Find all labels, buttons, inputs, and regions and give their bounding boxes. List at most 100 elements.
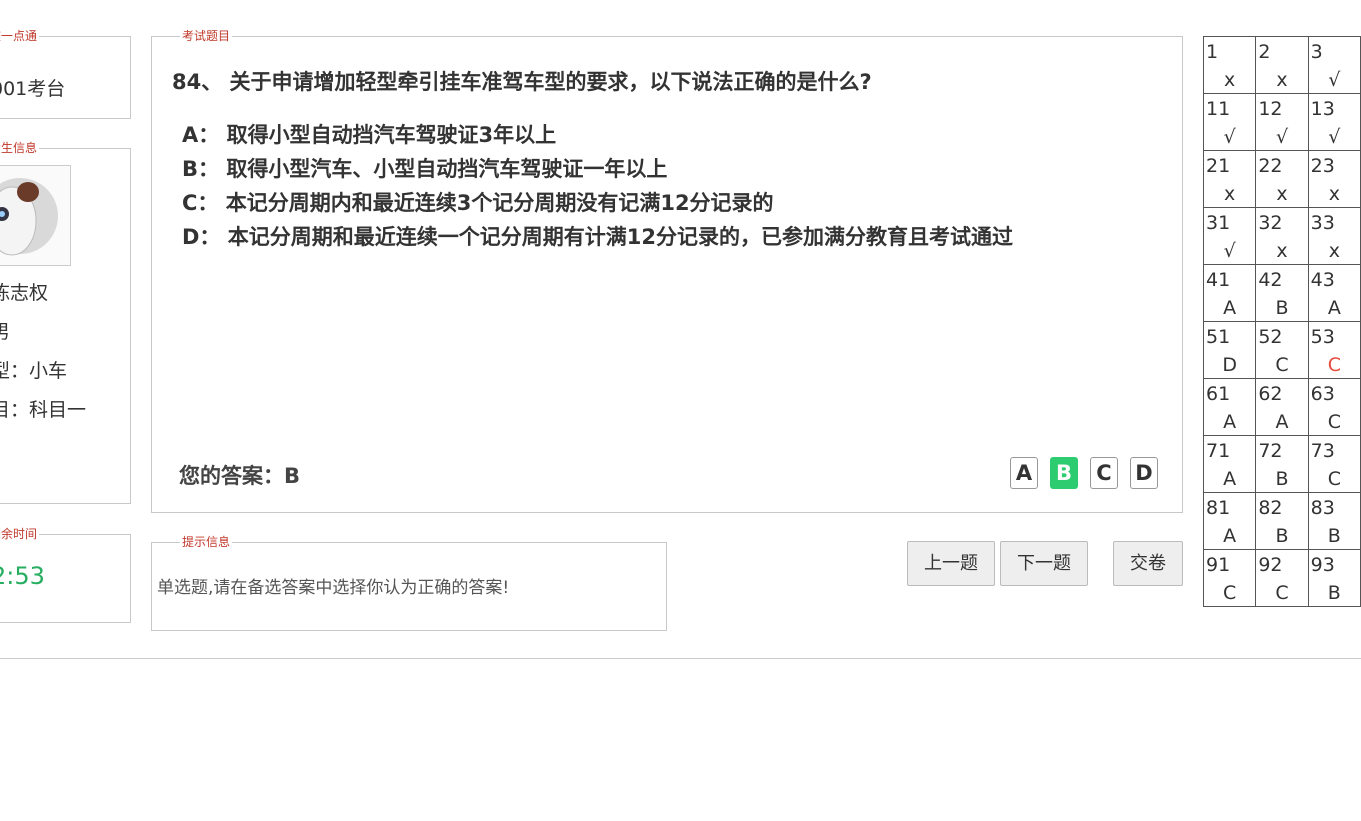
question-cell[interactable]: 13 √ xyxy=(1307,93,1361,151)
question-answer: √ xyxy=(1275,126,1289,148)
question-cell[interactable]: 41 A xyxy=(1202,264,1257,322)
question-cell[interactable]: 21 x xyxy=(1202,150,1257,208)
tip-text: 单选题,请在备选答案中选择你认为正确的答案! xyxy=(157,578,510,598)
question-number: 43 xyxy=(1310,269,1335,291)
question-cell[interactable]: 71 A xyxy=(1202,435,1257,493)
answer-b-button[interactable]: B xyxy=(1050,457,1078,489)
question-cell[interactable]: 32 x xyxy=(1255,207,1309,265)
option-c[interactable]: C： 本记分周期内和最近连续3个记分周期没有记满12分记录的 xyxy=(182,187,774,217)
question-cell[interactable]: 33 x xyxy=(1307,207,1361,265)
grid-row: 81 A 82 B 83 B xyxy=(1202,492,1361,550)
question-answer: √ xyxy=(1328,126,1341,148)
question-grid: 1 x 2 x 3 √ 11 √ 12 √ 13 √ 21 x 22 x 23 x 31 √ 32 x 33 x 41 A 42 B 4… xyxy=(1202,36,1361,607)
divider xyxy=(0,658,1361,659)
question-cell[interactable]: 42 B xyxy=(1255,264,1309,322)
question-answer: A xyxy=(1327,297,1341,319)
question-number: 81 xyxy=(1206,497,1231,519)
question-answer: A xyxy=(1223,468,1237,490)
question-number: 83 xyxy=(1310,497,1335,519)
question-number: 92 xyxy=(1258,554,1283,576)
option-b[interactable]: B： 取得小型汽车、小型自动挡汽车驾驶证一年以上 xyxy=(182,153,667,183)
question-number: 61 xyxy=(1206,383,1231,405)
question-cell[interactable]: 23 x xyxy=(1307,150,1361,208)
submit-exam-button[interactable]: 交卷 xyxy=(1113,541,1183,586)
avatar xyxy=(0,165,71,266)
tip-legend: 提示信息 xyxy=(182,535,231,549)
question-cell[interactable]: 31 √ xyxy=(1202,207,1257,265)
question-cell[interactable]: 52 C xyxy=(1255,321,1309,379)
question-number: 63 xyxy=(1310,383,1335,405)
question-cell[interactable]: 1x xyxy=(1202,36,1257,94)
question-cell[interactable]: 22 x xyxy=(1255,150,1309,208)
question-answer: D xyxy=(1222,354,1237,376)
question-cell[interactable]: 51 D xyxy=(1202,321,1257,379)
question-answer: C xyxy=(1327,468,1341,490)
question-number: 31 xyxy=(1206,212,1231,234)
question-cell[interactable]: 62 A xyxy=(1255,378,1309,436)
question-number: 21 xyxy=(1206,155,1231,177)
question-number: 1 xyxy=(1206,41,1219,63)
next-question-button[interactable]: 下一题 xyxy=(1000,541,1088,586)
question-number: 33 xyxy=(1310,212,1335,234)
answer-c-button[interactable]: C xyxy=(1090,457,1118,489)
answer-a-button[interactable]: A xyxy=(1010,457,1038,489)
question-cell[interactable]: 82 B xyxy=(1255,492,1309,550)
question-number: 32 xyxy=(1258,212,1283,234)
question-cell[interactable]: 63 C xyxy=(1307,378,1361,436)
question-cell[interactable]: 73 C xyxy=(1307,435,1361,493)
remaining-time: 2:53 xyxy=(0,562,45,590)
school-panel: 校一点通 001考台 xyxy=(0,30,131,119)
question-answer: C xyxy=(1275,582,1289,604)
question-number: 11 xyxy=(1206,98,1231,120)
question-answer: A xyxy=(1223,411,1237,433)
your-answer: 您的答案：B xyxy=(179,464,301,488)
question-cell[interactable]: 61 A xyxy=(1202,378,1257,436)
answer-d-button[interactable]: D xyxy=(1130,457,1158,489)
question-number: 71 xyxy=(1206,440,1231,462)
option-d[interactable]: D： 本记分周期和最近连续一个记分周期有计满12分记录的，已参加满分教育且考试通… xyxy=(182,221,1013,251)
question-cell[interactable]: 93 B xyxy=(1307,549,1361,607)
question-cell[interactable]: 91 C xyxy=(1202,549,1257,607)
question-number: 22 xyxy=(1258,155,1283,177)
question-answer: x xyxy=(1276,240,1288,262)
question-number: 53 xyxy=(1310,326,1335,348)
prev-question-button[interactable]: 上一题 xyxy=(907,541,995,586)
question-legend: 考试题目 xyxy=(182,29,231,43)
question-cell[interactable]: 83 B xyxy=(1307,492,1361,550)
grid-row: 61 A 62 A 63 C xyxy=(1202,378,1361,436)
question-cell[interactable]: 2x xyxy=(1255,36,1309,94)
question-answer: B xyxy=(1275,297,1289,319)
question-cell[interactable]: 43 A xyxy=(1307,264,1361,322)
question-answer: B xyxy=(1327,582,1341,604)
time-legend: 剩余时间 xyxy=(0,527,38,541)
option-a[interactable]: A： 取得小型自动挡汽车驾驶证3年以上 xyxy=(182,119,556,149)
question-cell[interactable]: 11 √ xyxy=(1202,93,1257,151)
student-gender: 男 xyxy=(0,321,11,343)
grid-row: 51 D 52 C 53 C xyxy=(1202,321,1361,379)
grid-row: 41 A 42 B 43 A xyxy=(1202,264,1361,322)
exam-station-number: 001考台 xyxy=(0,78,66,100)
question-cell[interactable]: 72 B xyxy=(1255,435,1309,493)
school-legend: 校一点通 xyxy=(0,29,38,43)
question-answer: C xyxy=(1327,354,1341,376)
question-number: 62 xyxy=(1258,383,1283,405)
question-number: 41 xyxy=(1206,269,1231,291)
question-number: 91 xyxy=(1206,554,1231,576)
question-answer: B xyxy=(1275,525,1289,547)
question-number: 51 xyxy=(1206,326,1231,348)
student-panel: 考生信息 陈志权 男 型：小车 目：科目一 xyxy=(0,142,131,504)
question-number: 12 xyxy=(1258,98,1283,120)
question-answer: C xyxy=(1327,411,1341,433)
question-cell[interactable]: 92 C xyxy=(1255,549,1309,607)
grid-row: 21 x 22 x 23 x xyxy=(1202,150,1361,208)
question-answer: x xyxy=(1328,240,1340,262)
question-cell[interactable]: 3 √ xyxy=(1307,36,1361,94)
question-answer: x xyxy=(1224,69,1236,91)
question-cell[interactable]: 81 A xyxy=(1202,492,1257,550)
question-cell[interactable]: 53 C xyxy=(1307,321,1361,379)
question-number: 72 xyxy=(1258,440,1283,462)
student-car-type: 型：小车 xyxy=(0,360,68,382)
question-answer: A xyxy=(1223,525,1237,547)
question-cell[interactable]: 12 √ xyxy=(1255,93,1309,151)
question-answer: x xyxy=(1224,183,1236,205)
